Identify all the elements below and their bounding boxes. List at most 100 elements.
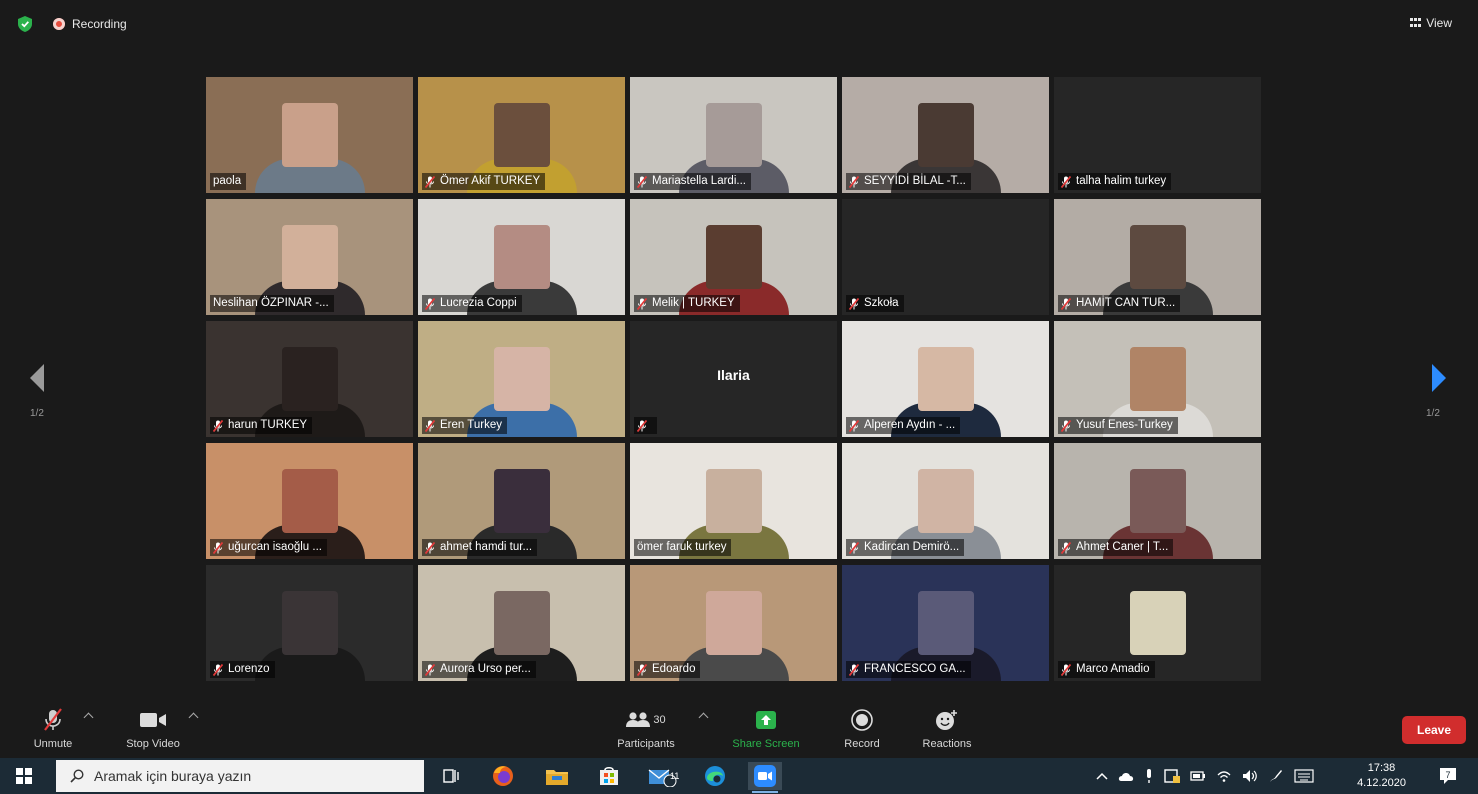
wifi-icon[interactable]	[1216, 770, 1232, 782]
participant-name-label: paola	[210, 173, 247, 190]
participant-face-pixelated	[1129, 225, 1186, 289]
battery-icon[interactable]	[1190, 770, 1206, 782]
participant-video-tile[interactable]: Marco Amadio	[1054, 565, 1261, 681]
participant-center-name: Ilaria	[717, 367, 750, 383]
participant-name: ahmet hamdi tur...	[440, 541, 533, 553]
next-page-arrow-icon[interactable]	[1428, 362, 1450, 394]
participant-face-pixelated	[1129, 347, 1186, 411]
recording-label: Recording	[72, 17, 127, 31]
microsoft-store-icon[interactable]	[592, 762, 626, 790]
muted-microphone-icon	[1061, 175, 1071, 188]
muted-microphone-icon	[1061, 419, 1071, 432]
participant-name-label: Edoardo	[634, 661, 701, 678]
onedrive-cloud-icon[interactable]	[1118, 771, 1134, 781]
windows-start-icon[interactable]	[16, 768, 32, 784]
participant-video-tile[interactable]: Ilaria	[630, 321, 837, 437]
participant-name: FRANCESCO GA...	[864, 663, 966, 675]
muted-microphone-icon	[637, 663, 647, 676]
search-placeholder: Aramak için buraya yazın	[94, 768, 252, 784]
participant-name-label: harun TURKEY	[210, 417, 313, 434]
participant-name-label: HAMİT CAN TUR...	[1058, 295, 1181, 312]
encryption-shield-icon[interactable]	[18, 16, 32, 32]
pen-workspace-icon[interactable]	[1268, 768, 1284, 784]
participant-video-tile[interactable]: ömer faruk turkey	[630, 443, 837, 559]
view-button[interactable]: View	[1410, 16, 1452, 30]
share-screen-button[interactable]: Share Screen	[726, 706, 806, 750]
share-screen-icon	[756, 711, 776, 729]
participant-face-pixelated	[493, 469, 550, 533]
participant-name: SEYYİDİ BİLAL -T...	[864, 175, 966, 187]
show-hidden-icons-chevron-icon[interactable]	[1096, 772, 1108, 780]
participant-name: Eren Turkey	[440, 419, 502, 431]
participant-name-label: FRANCESCO GA...	[846, 661, 971, 678]
mail-badge: 11	[670, 771, 680, 781]
participant-video-tile[interactable]: Mariastella Lardi...	[630, 77, 837, 193]
participant-video-tile[interactable]: Yusuf Enes-Turkey	[1054, 321, 1261, 437]
participant-name-label: Melik | TURKEY	[634, 295, 740, 312]
mail-icon[interactable]: 11	[646, 762, 680, 790]
participant-video-tile[interactable]: Lucrezia Coppi	[418, 199, 625, 315]
zoom-tray-icon[interactable]	[1164, 768, 1180, 784]
participant-name: uğurcan isaoğlu ...	[228, 541, 322, 553]
participant-face-pixelated	[1129, 591, 1186, 655]
previous-page-arrow-icon[interactable]	[26, 362, 48, 394]
video-options-chevron-icon[interactable]	[188, 712, 199, 723]
unmute-button[interactable]: Unmute	[28, 706, 78, 750]
participant-face-pixelated	[917, 469, 974, 533]
participant-video-tile[interactable]: Melik | TURKEY	[630, 199, 837, 315]
audio-options-chevron-icon[interactable]	[83, 712, 94, 723]
participant-video-tile[interactable]: harun TURKEY	[206, 321, 413, 437]
participants-label: Participants	[617, 738, 675, 750]
participant-video-tile[interactable]: Aurora Urso per...	[418, 565, 625, 681]
participant-video-tile[interactable]: uğurcan isaoğlu ...	[206, 443, 413, 559]
zoom-app-icon[interactable]	[748, 762, 782, 793]
file-explorer-icon[interactable]	[540, 762, 574, 790]
record-button[interactable]: Record	[838, 706, 886, 750]
reactions-button[interactable]: Reactions	[916, 706, 978, 750]
participant-video-tile[interactable]: Eren Turkey	[418, 321, 625, 437]
participant-name: Szkoła	[864, 297, 899, 309]
participant-video-tile[interactable]: Edoardo	[630, 565, 837, 681]
participant-name-label: Marco Amadio	[1058, 661, 1155, 678]
participant-name-label: ömer faruk turkey	[634, 539, 732, 556]
volume-icon[interactable]	[1242, 769, 1258, 783]
action-center-notification-icon[interactable]: 7	[1438, 766, 1458, 786]
participant-video-tile[interactable]: Ahmet Caner | T...	[1054, 443, 1261, 559]
participants-button[interactable]: 30 Participants	[608, 706, 684, 750]
participant-video-tile[interactable]: SEYYİDİ BİLAL -T...	[842, 77, 1049, 193]
participant-name-label: SEYYİDİ BİLAL -T...	[846, 173, 971, 190]
task-view-icon[interactable]	[434, 762, 468, 790]
muted-microphone-icon	[425, 419, 435, 432]
participant-name: Marco Amadio	[1076, 663, 1150, 675]
participant-video-tile[interactable]: ahmet hamdi tur...	[418, 443, 625, 559]
participant-face-pixelated	[281, 469, 338, 533]
leave-button[interactable]: Leave	[1402, 716, 1466, 744]
participant-video-tile[interactable]: talha halim turkey	[1054, 77, 1261, 193]
participant-video-tile[interactable]: FRANCESCO GA...	[842, 565, 1049, 681]
participant-video-tile[interactable]: Szkoła	[842, 199, 1049, 315]
participant-face-pixelated	[917, 103, 974, 167]
muted-microphone-icon	[425, 663, 435, 676]
participant-video-tile[interactable]: Neslihan ÖZPINAR -...	[206, 199, 413, 315]
taskbar-search-input[interactable]: Aramak için buraya yazın	[56, 760, 424, 792]
firefox-icon[interactable]	[486, 762, 520, 790]
microphone-in-use-icon[interactable]	[1144, 768, 1154, 784]
participant-video-tile[interactable]: HAMİT CAN TUR...	[1054, 199, 1261, 315]
touch-keyboard-icon[interactable]	[1294, 769, 1314, 783]
page-indicator-left: 1/2	[30, 408, 44, 419]
notification-count: 7	[1445, 770, 1450, 780]
participant-name: Alperen Aydın - ...	[864, 419, 956, 431]
participant-video-tile[interactable]: paola	[206, 77, 413, 193]
participant-name: Edoardo	[652, 663, 696, 675]
participant-face-pixelated	[917, 347, 974, 411]
view-label: View	[1426, 16, 1452, 30]
participant-video-tile[interactable]: Lorenzo	[206, 565, 413, 681]
participant-video-tile[interactable]: Kadircan Demirö...	[842, 443, 1049, 559]
muted-microphone-icon	[849, 663, 859, 676]
edge-browser-icon[interactable]	[698, 762, 732, 790]
participants-options-chevron-icon[interactable]	[698, 712, 709, 723]
participant-video-tile[interactable]: Ömer Akif TURKEY	[418, 77, 625, 193]
participant-video-tile[interactable]: Alperen Aydın - ...	[842, 321, 1049, 437]
taskbar-clock[interactable]: 17:38 4.12.2020	[1357, 761, 1406, 791]
stop-video-button[interactable]: Stop Video	[118, 706, 188, 750]
